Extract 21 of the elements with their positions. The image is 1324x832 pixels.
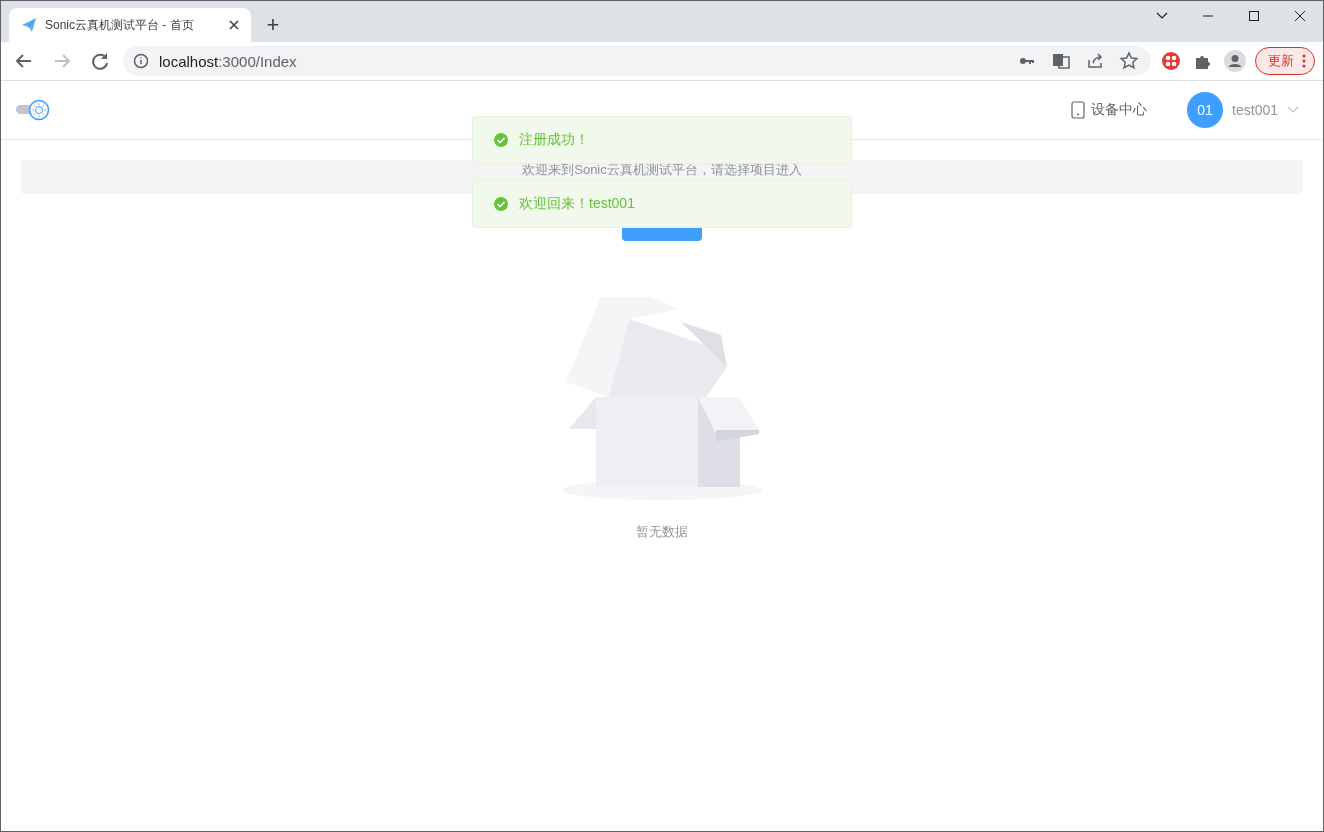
- welcome-text: 欢迎来到Sonic云真机测试平台，请选择项目进入: [522, 162, 802, 177]
- update-button[interactable]: 更新: [1255, 47, 1315, 75]
- url-text: localhost:3000/Index: [159, 52, 298, 70]
- paper-plane-icon: [21, 17, 37, 33]
- toast-message: 欢迎回来！test001: [472, 180, 852, 228]
- chevron-down-icon: [1287, 106, 1299, 114]
- phone-icon: [1071, 101, 1086, 119]
- new-tab-button[interactable]: +: [259, 11, 287, 39]
- theme-switch[interactable]: [15, 99, 51, 121]
- browser-tab[interactable]: Sonic云真机测试平台 - 首页: [9, 8, 251, 42]
- profile-icon[interactable]: [1223, 49, 1247, 73]
- toast-message: 注册成功！: [472, 116, 852, 164]
- close-icon[interactable]: [229, 20, 239, 30]
- check-circle-icon: [493, 196, 509, 212]
- more-icon[interactable]: [1302, 54, 1306, 68]
- info-icon: [133, 53, 149, 69]
- empty-text: 暂无数据: [636, 523, 688, 541]
- flower-icon[interactable]: [1159, 49, 1183, 73]
- address-bar[interactable]: localhost:3000/Index: [123, 46, 1151, 76]
- check-circle-icon: [493, 132, 509, 148]
- device-center-link[interactable]: 设备中心: [1071, 101, 1148, 119]
